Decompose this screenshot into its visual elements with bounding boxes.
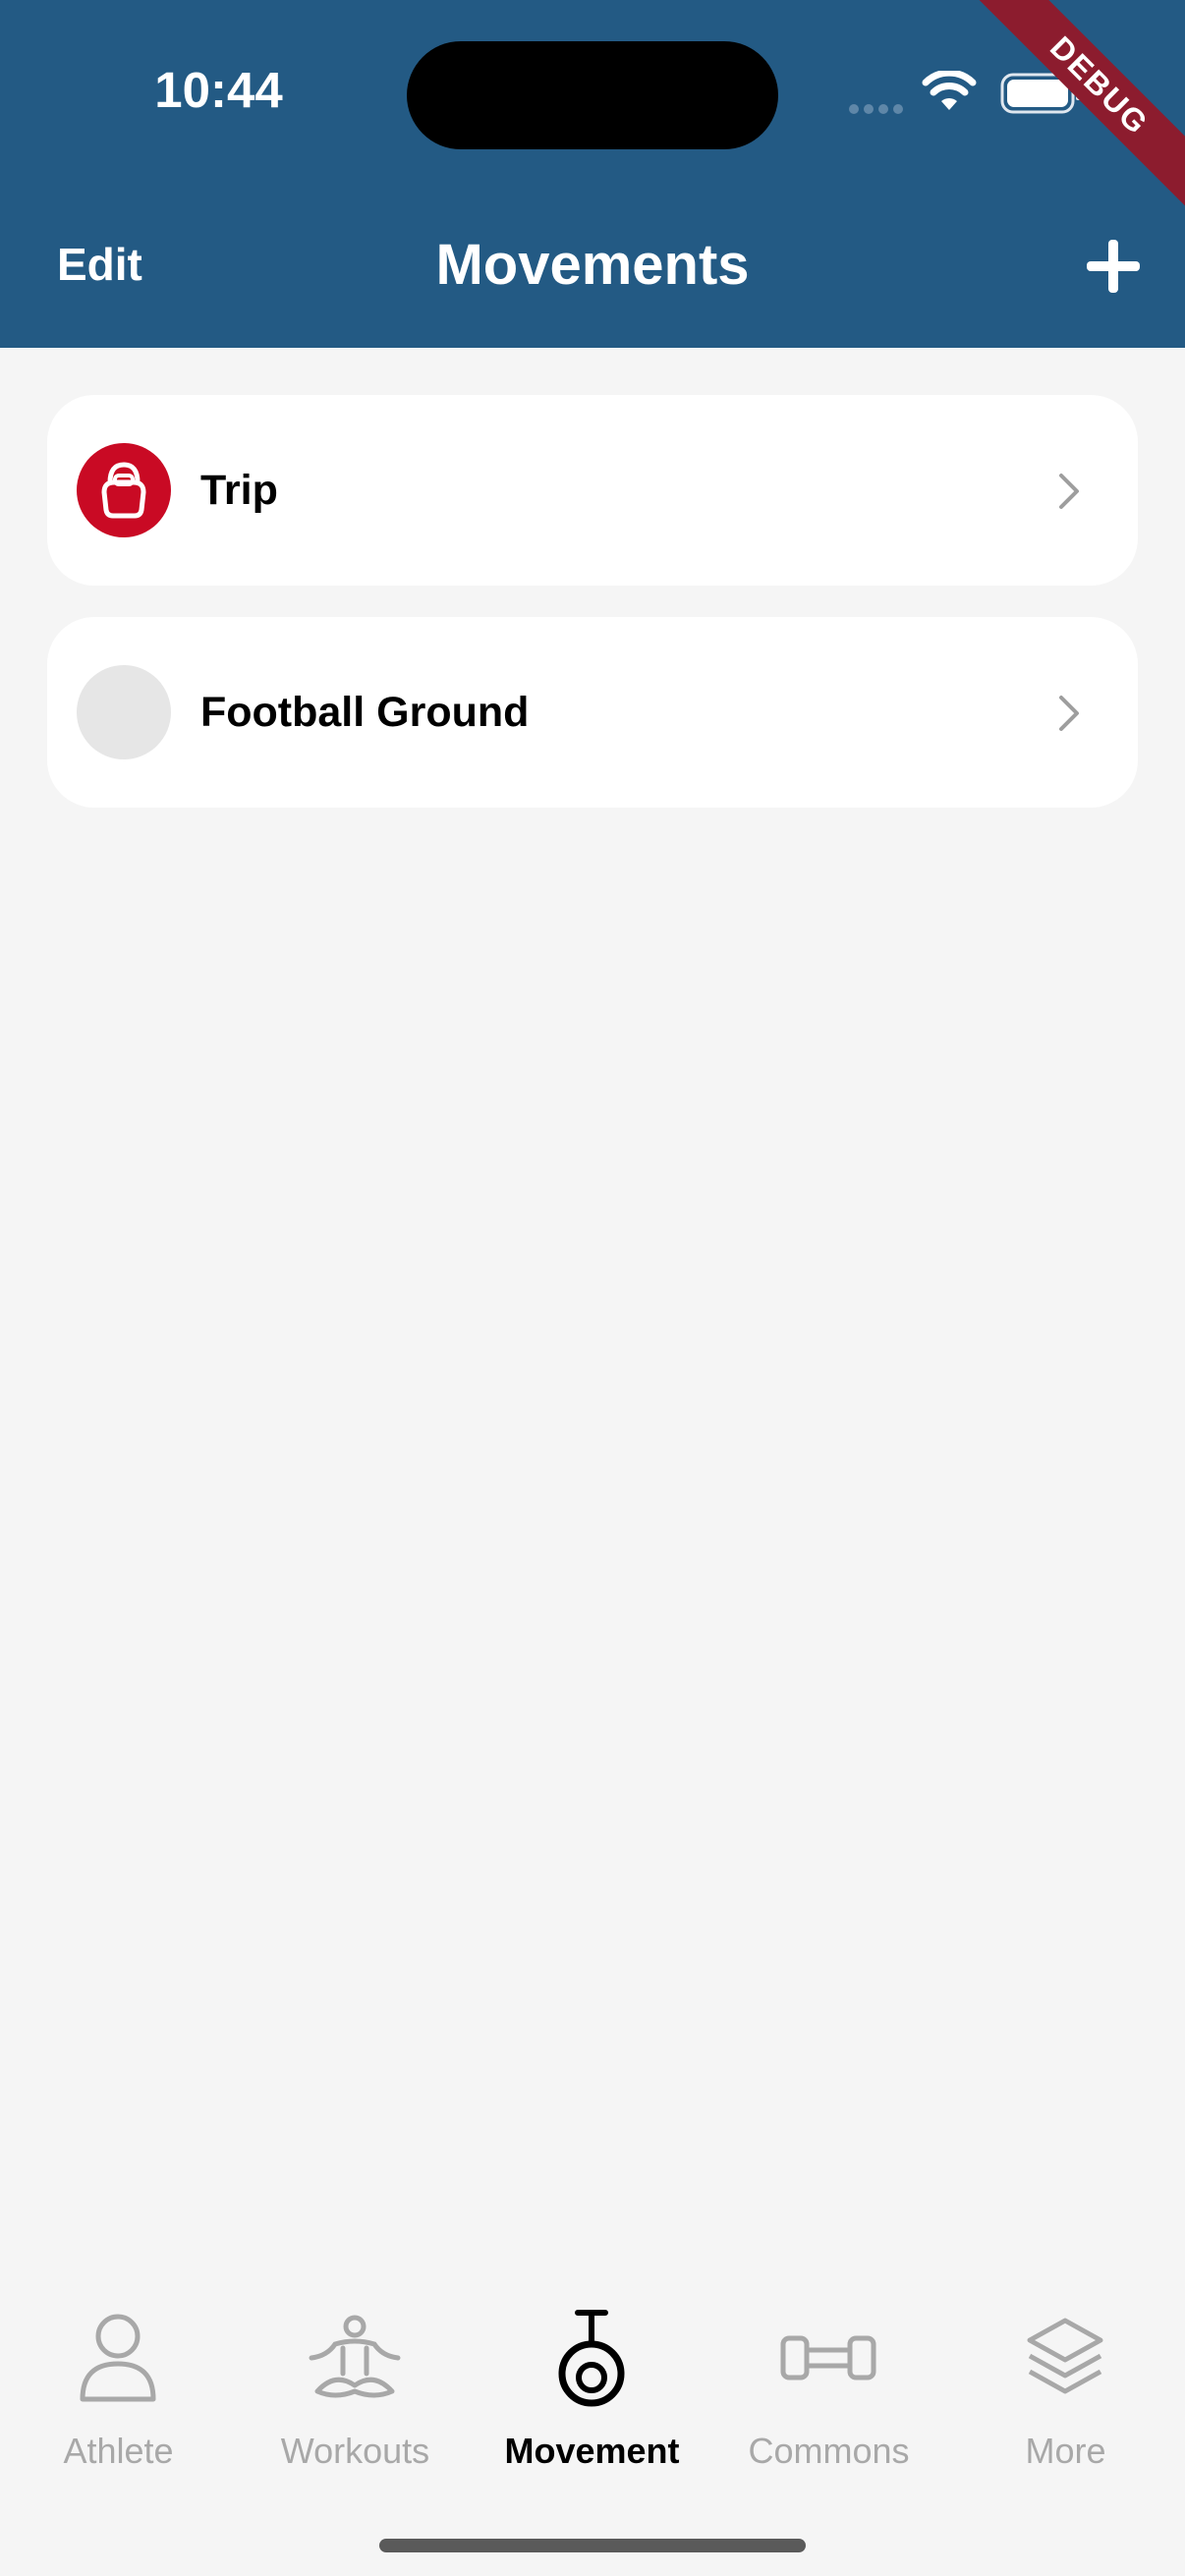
movement-list-item[interactable]: Trip (47, 395, 1138, 586)
cellular-signal-icon (849, 101, 908, 119)
movement-list-item[interactable]: Football Ground (47, 617, 1138, 808)
meditation-icon (309, 2315, 401, 2398)
chevron-right-icon (1059, 696, 1079, 731)
tab-label: Workouts (280, 2431, 430, 2471)
movement-name: Football Ground (200, 689, 530, 736)
kettlebell-icon (101, 462, 146, 519)
movement-avatar (77, 665, 171, 759)
tab-athlete[interactable]: Athlete (0, 2309, 237, 2505)
dumbbell-icon (780, 2335, 876, 2380)
tab-workouts[interactable]: Workouts (237, 2309, 474, 2505)
tab-label: Athlete (63, 2431, 174, 2471)
plus-icon[interactable] (1085, 238, 1142, 295)
home-indicator (379, 2539, 806, 2552)
tab-more[interactable]: More (947, 2309, 1184, 2505)
page-title: Movements (435, 233, 750, 297)
movement-list: Trip Football Ground (47, 395, 1138, 839)
gymnastic-ring-icon (558, 2310, 625, 2407)
tab-label: Movement (504, 2431, 680, 2471)
person-icon (80, 2314, 156, 2402)
chevron-right-icon (1059, 474, 1079, 509)
tab-commons[interactable]: Commons (710, 2309, 947, 2505)
app-header: 10:44 DEBUG Edit Movements (0, 0, 1185, 348)
bottom-tab-bar: Athlete Workouts Movement Commons More (0, 2289, 1185, 2576)
layers-icon (1027, 2318, 1103, 2394)
dynamic-island (407, 41, 778, 149)
tab-label: More (1025, 2431, 1106, 2471)
wifi-icon (922, 71, 977, 110)
tab-movement[interactable]: Movement (474, 2309, 710, 2505)
status-time: 10:44 (154, 62, 283, 118)
movement-avatar (77, 443, 171, 537)
movement-name: Trip (200, 467, 278, 514)
tab-label: Commons (748, 2431, 910, 2471)
